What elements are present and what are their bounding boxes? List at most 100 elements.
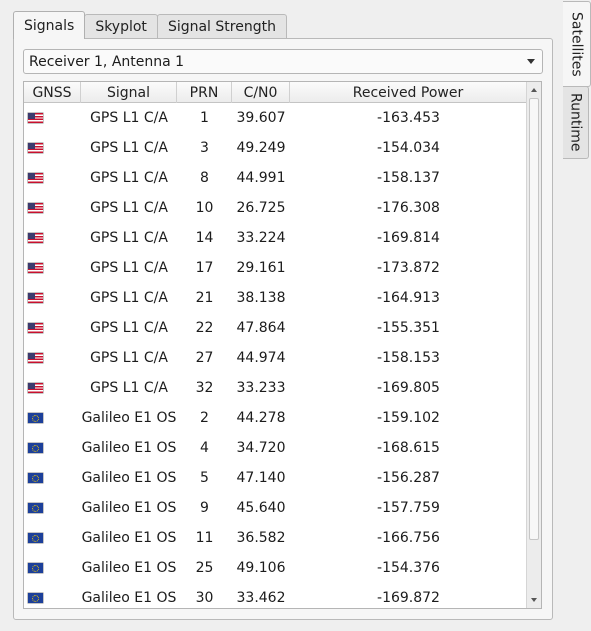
scroll-up-arrow-icon[interactable]: [531, 88, 537, 92]
us-flag-icon: [28, 383, 43, 393]
cell-gnss: [24, 133, 81, 163]
table-row[interactable]: GPS L1 C/A 10 26.725 -176.308: [24, 193, 527, 223]
side-tab-satellites[interactable]: Satellites: [563, 1, 591, 87]
cell-received-power: -169.805: [377, 380, 440, 396]
cell-gnss: [24, 433, 81, 463]
table-row[interactable]: GPS L1 C/A 22 47.864 -155.351: [24, 313, 527, 343]
table-row[interactable]: GPS L1 C/A 3 49.249 -154.034: [24, 133, 527, 163]
side-tab-runtime[interactable]: Runtime: [563, 86, 589, 159]
cell-prn: 21: [195, 290, 214, 306]
us-flag-icon: [28, 203, 43, 213]
cell-gnss: [24, 253, 81, 283]
side-tabbar: Satellites Runtime: [563, 1, 591, 159]
table-row[interactable]: Galileo E1 OS 5 47.140 -156.287: [24, 463, 527, 493]
cell-received-power: -154.034: [377, 140, 440, 156]
cell-signal: GPS L1 C/A: [90, 320, 168, 336]
table-row[interactable]: Galileo E1 OS 30 33.462 -169.872: [24, 583, 527, 608]
column-header-received-power[interactable]: Received Power: [290, 82, 527, 103]
table-row[interactable]: GPS L1 C/A 21 38.138 -164.913: [24, 283, 527, 313]
scrollbar-thumb[interactable]: [529, 98, 539, 540]
cell-cn0: 33.233: [236, 380, 286, 396]
vertical-scrollbar[interactable]: [526, 82, 541, 608]
cell-cn0: 33.224: [236, 230, 286, 246]
table-row[interactable]: GPS L1 C/A 17 29.161 -173.872: [24, 253, 527, 283]
cell-signal: GPS L1 C/A: [90, 350, 168, 366]
eu-flag-icon: [28, 503, 43, 513]
cell-gnss: [24, 493, 81, 523]
cell-received-power: -158.137: [377, 170, 440, 186]
tab-signal-strength[interactable]: Signal Strength: [156, 14, 287, 39]
side-tab-label: Satellites: [568, 11, 585, 77]
tab-skyplot[interactable]: Skyplot: [84, 14, 158, 39]
us-flag-icon: [28, 323, 43, 333]
table-row[interactable]: GPS L1 C/A 32 33.233 -169.805: [24, 373, 527, 403]
table-row[interactable]: Galileo E1 OS 25 49.106 -154.376: [24, 553, 527, 583]
cell-cn0: 45.640: [236, 500, 286, 516]
table-row[interactable]: GPS L1 C/A 1 39.607 -163.453: [24, 103, 527, 133]
cell-signal: Galileo E1 OS: [81, 530, 177, 546]
eu-flag-icon: [28, 473, 43, 483]
column-header-gnss[interactable]: GNSS: [24, 82, 81, 103]
cell-signal: Galileo E1 OS: [81, 410, 177, 426]
cell-cn0: 34.720: [236, 440, 286, 456]
cell-gnss: [24, 463, 81, 493]
receiver-select[interactable]: Receiver 1, Antenna 1: [23, 49, 543, 74]
receiver-select-value: Receiver 1, Antenna 1: [29, 53, 185, 70]
cell-received-power: -169.814: [377, 230, 440, 246]
cell-received-power: -155.351: [377, 320, 440, 336]
cell-received-power: -164.913: [377, 290, 440, 306]
table-header: GNSS Signal PRN C/N0 Received Power: [24, 82, 527, 103]
cell-cn0: 49.249: [236, 140, 286, 156]
tab-label: Signals: [24, 17, 75, 34]
cell-received-power: -168.615: [377, 440, 440, 456]
cell-prn: 14: [195, 230, 214, 246]
cell-signal: Galileo E1 OS: [81, 440, 177, 456]
cell-gnss: [24, 373, 81, 403]
cell-received-power: -159.102: [377, 410, 440, 426]
cell-signal: GPS L1 C/A: [90, 140, 168, 156]
table-row[interactable]: GPS L1 C/A 14 33.224 -169.814: [24, 223, 527, 253]
cell-cn0: 44.278: [236, 410, 286, 426]
cell-cn0: 38.138: [236, 290, 286, 306]
cell-prn: 30: [195, 590, 214, 606]
table-row[interactable]: Galileo E1 OS 2 44.278 -159.102: [24, 403, 527, 433]
cell-cn0: 44.991: [236, 170, 286, 186]
chevron-down-icon: [527, 59, 535, 64]
cell-prn: 8: [200, 170, 209, 186]
signals-panel: Receiver 1, Antenna 1 GNSS Signal PRN C/…: [13, 38, 553, 620]
tab-signals[interactable]: Signals: [13, 11, 86, 39]
cell-signal: GPS L1 C/A: [90, 230, 168, 246]
table-body: GPS L1 C/A 1 39.607 -163.453 GPS L1 C/A 3 49.2…: [24, 103, 527, 608]
column-header-prn[interactable]: PRN: [177, 82, 232, 103]
table-row[interactable]: Galileo E1 OS 11 36.582 -166.756: [24, 523, 527, 553]
cell-prn: 9: [200, 500, 209, 516]
cell-received-power: -176.308: [377, 200, 440, 216]
cell-cn0: 39.607: [236, 110, 286, 126]
cell-cn0: 26.725: [236, 200, 286, 216]
cell-signal: GPS L1 C/A: [90, 110, 168, 126]
cell-signal: Galileo E1 OS: [81, 560, 177, 576]
cell-prn: 1: [200, 110, 209, 126]
satellites-window: Signals Skyplot Signal Strength Receiver…: [0, 0, 591, 631]
cell-cn0: 47.140: [236, 470, 286, 486]
cell-gnss: [24, 403, 81, 433]
cell-gnss: [24, 343, 81, 373]
column-header-cn0[interactable]: C/N0: [232, 82, 290, 103]
side-tab-label: Runtime: [567, 93, 584, 152]
us-flag-icon: [28, 293, 43, 303]
cell-gnss: [24, 553, 81, 583]
cell-signal: GPS L1 C/A: [90, 290, 168, 306]
us-flag-icon: [28, 233, 43, 243]
table-row[interactable]: Galileo E1 OS 9 45.640 -157.759: [24, 493, 527, 523]
cell-signal: GPS L1 C/A: [90, 380, 168, 396]
scroll-down-arrow-icon[interactable]: [531, 598, 537, 602]
cell-cn0: 47.864: [236, 320, 286, 336]
eu-flag-icon: [28, 563, 43, 573]
cell-gnss: [24, 283, 81, 313]
table-row[interactable]: Galileo E1 OS 4 34.720 -168.615: [24, 433, 527, 463]
us-flag-icon: [28, 143, 43, 153]
table-row[interactable]: GPS L1 C/A 27 44.974 -158.153: [24, 343, 527, 373]
cell-prn: 27: [195, 350, 214, 366]
column-header-signal[interactable]: Signal: [81, 82, 177, 103]
table-row[interactable]: GPS L1 C/A 8 44.991 -158.137: [24, 163, 527, 193]
